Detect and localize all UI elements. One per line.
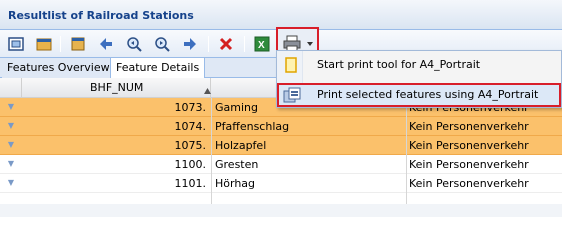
cell-bhf-num: 1101.: [174, 177, 207, 190]
column-header-bhf-num[interactable]: BHF_NUM: [22, 78, 211, 98]
folder-icon[interactable]: [34, 34, 54, 54]
cell-bhf-num: 1100.: [174, 158, 207, 171]
table-row[interactable]: ▼ 1100. Gresten Kein Personenverkehr: [0, 155, 562, 174]
tab-label: Feature Details: [116, 61, 200, 74]
cell-name: Holzapfel: [215, 139, 267, 152]
back-arrow-icon[interactable]: [96, 34, 116, 54]
row-expander-icon[interactable]: ▼: [0, 117, 22, 136]
tab-label: Features Overview: [7, 61, 110, 74]
print-tool-icon: [284, 57, 298, 76]
menu-item-label: Start print tool for A4_Portrait: [317, 58, 481, 71]
sort-ascending-icon: [204, 84, 211, 97]
row-expander-icon[interactable]: ▼: [0, 174, 22, 193]
cell-description: Kein Personenverkehr: [409, 177, 529, 190]
print-selected-icon: [283, 87, 301, 107]
menu-item-start-print-tool[interactable]: Start print tool for A4_Portrait: [277, 53, 561, 77]
table-row[interactable]: ▼ 1074. Pfaffenschlag Kein Personenverke…: [0, 117, 562, 136]
row-expander-icon[interactable]: ▼: [0, 98, 22, 117]
cell-description: Kein Personenverkehr: [409, 139, 529, 152]
tab-features-overview[interactable]: Features Overview: [2, 58, 115, 78]
table-row[interactable]: ▼ 1075. Holzapfel Kein Personenverkehr: [0, 136, 562, 155]
menu-item-print-selected[interactable]: Print selected features using A4_Portrai…: [277, 83, 561, 107]
zoom-out-icon[interactable]: [152, 34, 172, 54]
expander-column-header: [0, 78, 22, 98]
tab-feature-details[interactable]: Feature Details: [110, 58, 206, 79]
cell-description: Kein Personenverkehr: [409, 120, 529, 133]
cell-name: Gresten: [215, 158, 259, 171]
menu-item-label: Print selected features using A4_Portrai…: [317, 88, 539, 101]
table-row[interactable]: ▼ 1101. Hörhag Kein Personenverkehr: [0, 174, 562, 193]
excel-export-icon[interactable]: X: [252, 34, 272, 54]
row-expander-icon[interactable]: ▼: [0, 155, 22, 174]
window-title-bar: Resultlist of Railroad Stations: [0, 0, 562, 30]
layer-icon[interactable]: [68, 34, 88, 54]
cell-description: Kein Personenverkehr: [409, 158, 529, 171]
forward-arrow-icon[interactable]: [180, 34, 200, 54]
clear-icon[interactable]: [216, 34, 236, 54]
cell-bhf-num: 1075.: [174, 139, 207, 152]
cell-name: Pfaffenschlag: [215, 120, 290, 133]
window-title: Resultlist of Railroad Stations: [8, 9, 194, 22]
zoom-in-icon[interactable]: [124, 34, 144, 54]
table-row: [0, 193, 562, 204]
horizontal-scrollbar[interactable]: [0, 204, 562, 217]
zoom-to-extent-icon[interactable]: [6, 34, 26, 54]
svg-text:X: X: [258, 40, 265, 51]
print-menu: Start print tool for A4_Portrait Print s…: [276, 50, 562, 108]
cell-bhf-num: 1073.: [174, 101, 207, 114]
row-expander-icon[interactable]: ▼: [0, 136, 22, 155]
column-header-label: BHF_NUM: [90, 81, 144, 94]
cell-bhf-num: 1074.: [174, 120, 207, 133]
cell-name: Hörhag: [215, 177, 256, 190]
